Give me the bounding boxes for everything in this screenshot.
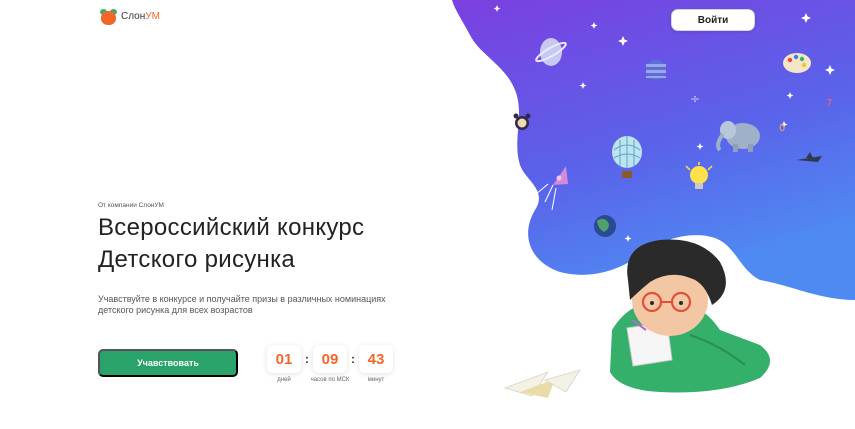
lightbulb-icon [685,162,713,189]
timer-separator: : [305,352,309,366]
timer-minutes-value: 43 [359,345,393,373]
alarm-clock-icon [513,113,531,130]
timer-days-label: дней [277,377,291,383]
logo-text: СлонУМ [121,11,160,22]
svg-text:÷: ÷ [690,92,700,106]
participate-button[interactable]: Учавствовать [98,349,238,377]
hot-air-balloon-icon [612,136,642,178]
star-icon [493,5,835,242]
brand-logo[interactable]: СлонУМ [100,8,160,25]
hero-subtitle: Учавствуйте в конкурсе и получайте призы… [98,294,386,315]
page-title: Всероссийский конкурс Детского рисунка [98,212,364,276]
timer-days-value: 01 [267,345,301,373]
paper-plane-icon [503,369,581,398]
timer-hours: 09 часов по МСК [310,345,350,384]
planet-icon [646,60,666,80]
login-button[interactable]: Войти [671,9,755,31]
timer-minutes: 43 минут [359,345,393,384]
logo-elephant-icon [100,8,117,25]
company-eyebrow: От компании СлонУМ [98,202,164,209]
svg-text:7: 7 [826,98,832,109]
plane-icon [796,152,822,162]
child-illustration [610,239,770,393]
timer-minutes-label: минут [367,377,385,383]
countdown-timer: 01 дней : 09 часов по МСК : 43 минут [267,345,393,384]
elephant-icon [716,121,760,152]
planet-icon [594,215,616,237]
rocket-icon [534,166,568,211]
title-line-2: Детского рисунка [98,246,296,273]
purple-blob [452,0,855,300]
timer-separator: : [351,352,355,366]
title-line-1: Всероссийский конкурс [98,214,365,241]
timer-days: 01 дней [267,345,301,384]
planet-icon [535,38,567,66]
svg-text:0: 0 [779,123,785,134]
palette-icon [783,53,811,73]
timer-hours-label: часов по МСК [310,377,350,383]
timer-hours-value: 09 [313,345,347,373]
